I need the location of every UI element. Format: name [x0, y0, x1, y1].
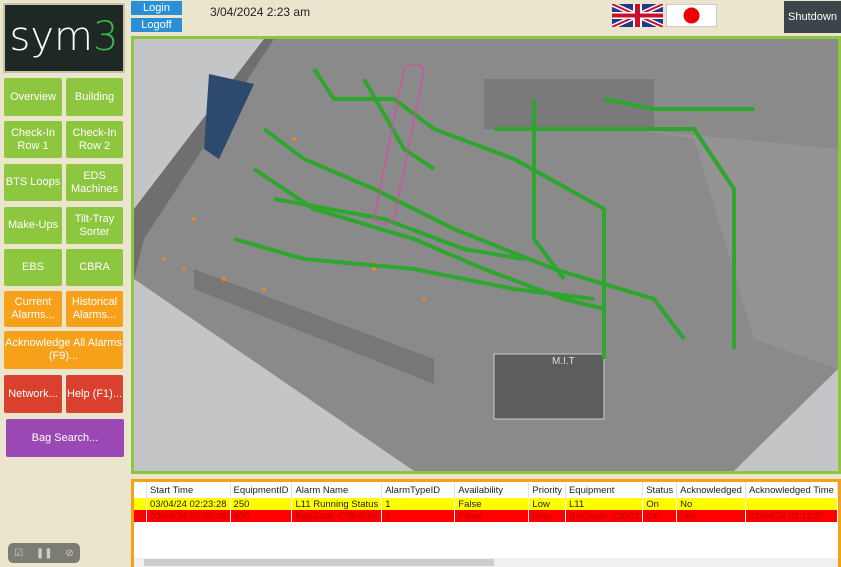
alarm-cell: On: [642, 498, 678, 510]
nav-button-bts-loops[interactable]: BTS Loops: [4, 164, 62, 201]
nav-button-overview[interactable]: Overview: [4, 78, 62, 116]
column-header[interactable]: Status: [642, 482, 678, 498]
conveyor-layout: M.I.T: [134, 39, 838, 471]
nav-button-check-in-row-2[interactable]: Check-In Row 2: [66, 121, 123, 158]
logoff-button[interactable]: Logoff: [131, 18, 182, 32]
3d-system-view[interactable]: M.I.T: [131, 36, 841, 474]
nav-button-bag-search[interactable]: Bag Search...: [6, 419, 124, 457]
nav-button-tilt-tray-sorter[interactable]: Tilt-Tray Sorter: [66, 207, 123, 244]
column-header[interactable]: Acknowledged: [676, 482, 746, 498]
alarm-cell: L11: [565, 498, 644, 510]
alarm-cell: 03/04/24 02:11:37: [745, 510, 838, 522]
edit-icon[interactable]: ☑: [14, 548, 23, 559]
nav-button-eds-machines[interactable]: EDS Machines: [66, 164, 123, 201]
nav-button-network[interactable]: Network...: [4, 375, 62, 413]
sym3-logo: sym3: [3, 3, 125, 73]
nav-button-ebs[interactable]: EBS: [4, 249, 62, 286]
alarm-row[interactable]: 03/04/24 02:23:28 250 L11 Running Status 1 F…: [134, 498, 838, 510]
alarm-cell: Yes: [676, 510, 746, 522]
alarm-cell: Low: [528, 498, 566, 510]
alarm-cell: False: [454, 498, 530, 510]
alarm-cell: False: [454, 510, 530, 522]
nav-button-acknowledge-all-alarms-f9[interactable]: Acknowledge All Alarms (F9)...: [4, 331, 123, 369]
column-header[interactable]: Equipment: [565, 482, 644, 498]
pause-icon[interactable]: ❚❚: [36, 548, 53, 559]
alarm-row[interactable]: 03/04/24 02:00:28 405 BagGate_CIB02 Int 6 Fa…: [134, 510, 838, 522]
nav-button-building[interactable]: Building: [66, 78, 123, 116]
playback-controls: ☑ ❚❚ ⊘: [8, 543, 80, 563]
nav-button-current-alarms[interactable]: Current Alarms...: [4, 291, 62, 327]
alarm-cell: BAGgate_CIB02: [565, 510, 644, 522]
column-header[interactable]: Alarm Name: [291, 482, 383, 498]
datetime: 3/04/2024 2:23 am: [210, 5, 311, 19]
column-header[interactable]: AlarmTypeID: [381, 482, 456, 498]
uk-flag-icon[interactable]: [612, 4, 663, 27]
row-header: [134, 482, 147, 498]
login-button[interactable]: Login: [131, 1, 182, 15]
mit-label: M.I.T: [552, 356, 575, 367]
alarm-cell: 405: [230, 510, 293, 522]
nav-button-historical-alarms[interactable]: Historical Alarms...: [66, 291, 123, 327]
row-header: [134, 510, 147, 522]
japan-flag-icon[interactable]: [666, 4, 717, 27]
logo-accent: 3: [93, 14, 119, 60]
alarm-cell: On: [642, 510, 678, 522]
column-header[interactable]: Priority: [528, 482, 566, 498]
row-header: [134, 498, 147, 510]
shutdown-button[interactable]: Shutdown: [784, 1, 841, 33]
column-header[interactable]: Start Time: [146, 482, 231, 498]
column-header[interactable]: EquipmentID: [230, 482, 293, 498]
nav-button-check-in-row-1[interactable]: Check-In Row 1: [4, 121, 62, 158]
alarm-cell: No: [676, 498, 746, 510]
alarm-cell: L11 Running Status: [291, 498, 383, 510]
column-header[interactable]: Availability: [454, 482, 530, 498]
record-icon[interactable]: ⊘: [65, 548, 73, 559]
alarm-cell: High: [528, 510, 566, 522]
scrollbar-thumb[interactable]: [144, 559, 494, 566]
alarm-cell: 03/04/24 02:23:28: [146, 498, 231, 510]
nav-button-help-f1[interactable]: Help (F1)...: [66, 375, 123, 413]
alarm-cell: BagGate_CIB02 Int: [291, 510, 383, 522]
logo-text: sym: [9, 14, 94, 60]
alarm-cell: 250: [230, 498, 293, 510]
nav-button-cbra[interactable]: CBRA: [66, 249, 123, 286]
alarm-cell: [745, 498, 838, 510]
alarm-grid[interactable]: Start Time EquipmentID Alarm Name AlarmType…: [131, 479, 841, 567]
alarm-cell: 03/04/24 02:00:28: [146, 510, 231, 522]
alarm-cell: 1: [381, 498, 456, 510]
nav-button-make-ups[interactable]: Make-Ups: [4, 207, 62, 244]
column-header[interactable]: Acknowledged Time: [745, 482, 838, 498]
alarm-cell: 6: [381, 510, 456, 522]
horizontal-scrollbar[interactable]: [134, 558, 838, 567]
